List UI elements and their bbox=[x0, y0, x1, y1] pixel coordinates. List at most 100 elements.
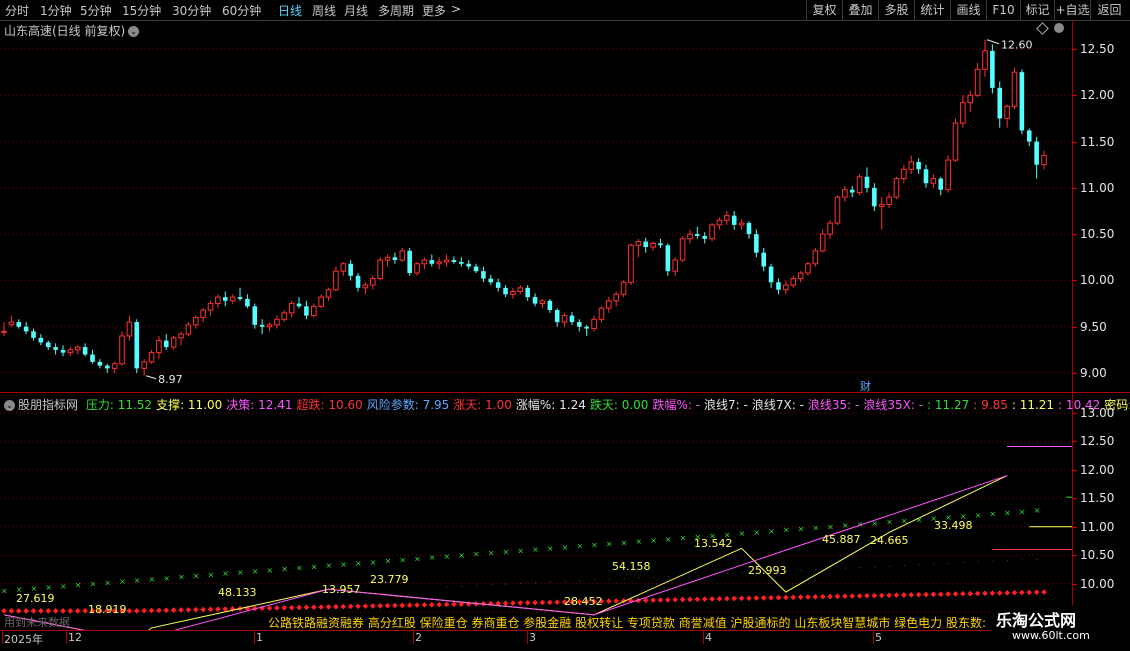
support-diamond bbox=[539, 599, 546, 606]
support-diamond bbox=[369, 603, 376, 609]
support-diamond bbox=[384, 602, 391, 609]
period-tab-3[interactable]: 15分钟 bbox=[122, 2, 161, 19]
support-diamond bbox=[856, 593, 863, 599]
support-diamond bbox=[421, 602, 428, 608]
period-tab-6[interactable]: 日线 bbox=[278, 2, 302, 19]
faint-dot bbox=[667, 576, 669, 578]
indicator-chart[interactable]: × × × × × × × × × × × × × × × × × × × × × × × × × × × × × × × × × × × × × × × ×… bbox=[0, 410, 1072, 630]
support-diamond bbox=[613, 598, 620, 604]
faint-dot bbox=[889, 565, 891, 567]
candle-body-up bbox=[148, 352, 155, 363]
toolbar-button-8[interactable]: 返回 bbox=[1090, 0, 1128, 20]
candle-body-up bbox=[716, 219, 723, 226]
toolbar-button-1[interactable]: 叠加 bbox=[842, 0, 878, 20]
trend-cross-mark: × bbox=[208, 570, 215, 579]
price-axis-label: 12.50 bbox=[1080, 42, 1115, 56]
high-pointer bbox=[986, 39, 1000, 45]
candle-body-down bbox=[407, 250, 412, 274]
candle-body-up bbox=[598, 307, 605, 320]
toolbar-button-0[interactable]: 复权 bbox=[806, 0, 842, 20]
candle-body-up bbox=[1004, 105, 1010, 119]
candle-body-down bbox=[38, 337, 44, 343]
candle-body-up bbox=[340, 263, 347, 272]
wave-label-3: 13.957 bbox=[322, 583, 361, 596]
support-diamond bbox=[362, 603, 369, 609]
candle-body-down bbox=[163, 340, 169, 348]
support-diamond bbox=[200, 606, 206, 613]
candlestick-chart[interactable]: 12.60 8.97 财 bbox=[0, 20, 1072, 392]
candle-body-down bbox=[731, 215, 737, 225]
date-label: 4 bbox=[705, 631, 712, 644]
trend-cross-mark: × bbox=[267, 566, 274, 575]
candle-body-down bbox=[495, 282, 501, 288]
high-price-label: 12.60 bbox=[1001, 39, 1033, 52]
wave-label-4: 23.779 bbox=[370, 573, 409, 586]
price-tick bbox=[1072, 373, 1077, 374]
period-tab-5[interactable]: 60分钟 bbox=[222, 2, 261, 19]
period-tab-0[interactable]: 分时 bbox=[5, 2, 29, 19]
candle-body-up bbox=[827, 222, 833, 235]
support-diamond bbox=[996, 590, 1003, 596]
period-tab-10[interactable]: 更多 bbox=[422, 2, 446, 19]
support-diamond bbox=[937, 591, 944, 598]
candle-body-down bbox=[296, 303, 302, 307]
faint-dot bbox=[594, 579, 596, 581]
price-tick bbox=[1072, 187, 1077, 189]
candle-body-down bbox=[252, 306, 258, 325]
period-tab-8[interactable]: 月线 bbox=[344, 2, 368, 19]
candle-body-up bbox=[215, 296, 221, 305]
faint-dot bbox=[549, 581, 551, 583]
support-diamond bbox=[1033, 589, 1040, 596]
candle-body-down bbox=[1019, 72, 1025, 131]
period-tab-1[interactable]: 1分钟 bbox=[40, 2, 72, 19]
period-tab-7[interactable]: 周线 bbox=[312, 2, 336, 19]
support-diamond bbox=[915, 591, 922, 598]
candle-body-up bbox=[620, 281, 627, 295]
candle-body-up bbox=[370, 278, 376, 286]
settings-circle-icon[interactable] bbox=[1054, 23, 1064, 33]
trend-cross-mark: × bbox=[635, 537, 642, 546]
support-diamond bbox=[960, 590, 966, 597]
sub-axis-label: 11.00 bbox=[1080, 519, 1115, 534]
trend-cross-mark: × bbox=[104, 578, 111, 587]
support-diamond bbox=[878, 592, 885, 599]
toolbar-button-4[interactable]: 画线 bbox=[950, 0, 986, 20]
sub-axis-label: 11.50 bbox=[1080, 491, 1115, 506]
toolbar-button-6[interactable]: 标记 bbox=[1020, 0, 1054, 20]
period-tab-9[interactable]: 多周期 bbox=[378, 2, 414, 19]
trend-cross-mark: × bbox=[252, 567, 259, 576]
candle-body-down bbox=[746, 223, 752, 235]
support-diamond bbox=[340, 603, 347, 610]
period-tab-4[interactable]: 30分钟 bbox=[172, 2, 211, 19]
faint-dot bbox=[638, 577, 640, 579]
faint-dot bbox=[623, 578, 625, 580]
support-diamond bbox=[945, 591, 951, 597]
toolbar-button-3[interactable]: 统计 bbox=[914, 0, 950, 20]
faint-dot bbox=[505, 583, 507, 585]
faint-dot bbox=[461, 585, 463, 587]
price-tick bbox=[1072, 280, 1077, 282]
more-arrow-icon[interactable]: > bbox=[451, 2, 461, 16]
toolbar-button-5[interactable]: F10 bbox=[986, 0, 1020, 20]
trend-cross-mark: × bbox=[768, 527, 775, 536]
candle-body-up bbox=[185, 324, 192, 335]
candle-body-up bbox=[333, 270, 339, 291]
candle-body-up bbox=[842, 189, 848, 198]
support-diamond bbox=[532, 599, 538, 606]
candle-body-up bbox=[606, 300, 612, 309]
faint-dot bbox=[682, 575, 684, 577]
support-diamond bbox=[886, 592, 892, 599]
support-diamond bbox=[982, 590, 988, 597]
low-price-label: 8.97 bbox=[158, 373, 183, 386]
candle-body-down bbox=[451, 260, 457, 262]
toolbar-button-7[interactable]: +自选 bbox=[1054, 0, 1090, 20]
toolbar-button-2[interactable]: 多股 bbox=[878, 0, 914, 20]
sub-price-tick bbox=[1072, 583, 1077, 585]
faint-dot bbox=[948, 562, 950, 564]
date-tick bbox=[527, 630, 528, 644]
wave-label-11: 33.498 bbox=[934, 519, 973, 532]
price-axis-label: 12.00 bbox=[1080, 88, 1115, 103]
candle-body-down bbox=[997, 87, 1003, 119]
period-tab-2[interactable]: 5分钟 bbox=[80, 2, 112, 19]
trend-cross-mark: × bbox=[532, 545, 539, 554]
